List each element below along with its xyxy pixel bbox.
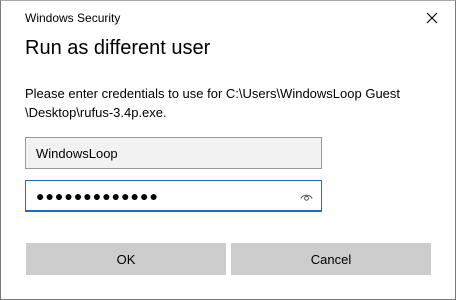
dialog-heading: Run as different user [25, 37, 211, 59]
window-title: Windows Security [25, 11, 121, 25]
reveal-password-button[interactable] [299, 190, 313, 204]
password-field[interactable]: ●●●●●●●●●●●●● [25, 180, 322, 212]
close-button[interactable] [415, 5, 449, 31]
eye-icon [299, 194, 313, 201]
credential-dialog: Windows Security Run as different user P… [0, 0, 456, 300]
ok-button[interactable]: OK [26, 243, 226, 275]
username-value: WindowsLoop [36, 145, 118, 161]
dialog-message: Please enter credentials to use for C:\U… [25, 84, 445, 122]
title-bar: Windows Security [1, 1, 455, 33]
password-masked-value: ●●●●●●●●●●●●● [36, 188, 159, 204]
message-line-2: \Desktop\rufus-3.4p.exe. [25, 105, 167, 120]
message-line-1: Please enter credentials to use for C:\U… [25, 86, 401, 101]
close-icon [426, 12, 438, 24]
username-field[interactable]: WindowsLoop [25, 137, 322, 169]
cancel-button[interactable]: Cancel [231, 243, 431, 275]
